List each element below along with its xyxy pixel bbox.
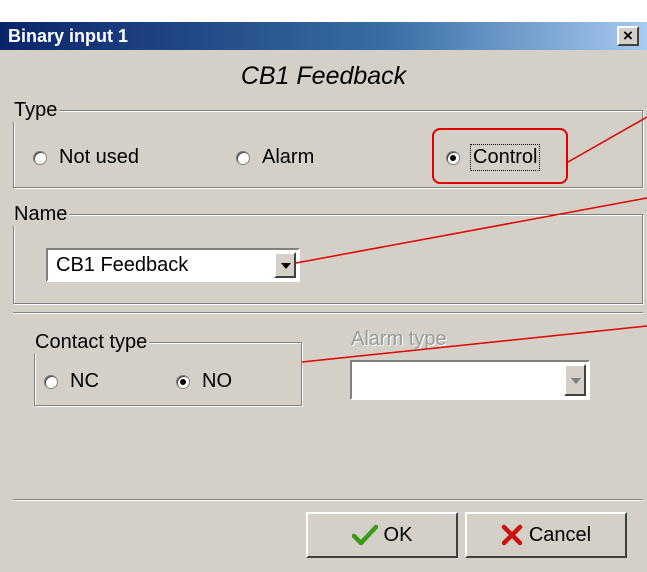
annotation-lines: [295, 116, 647, 363]
